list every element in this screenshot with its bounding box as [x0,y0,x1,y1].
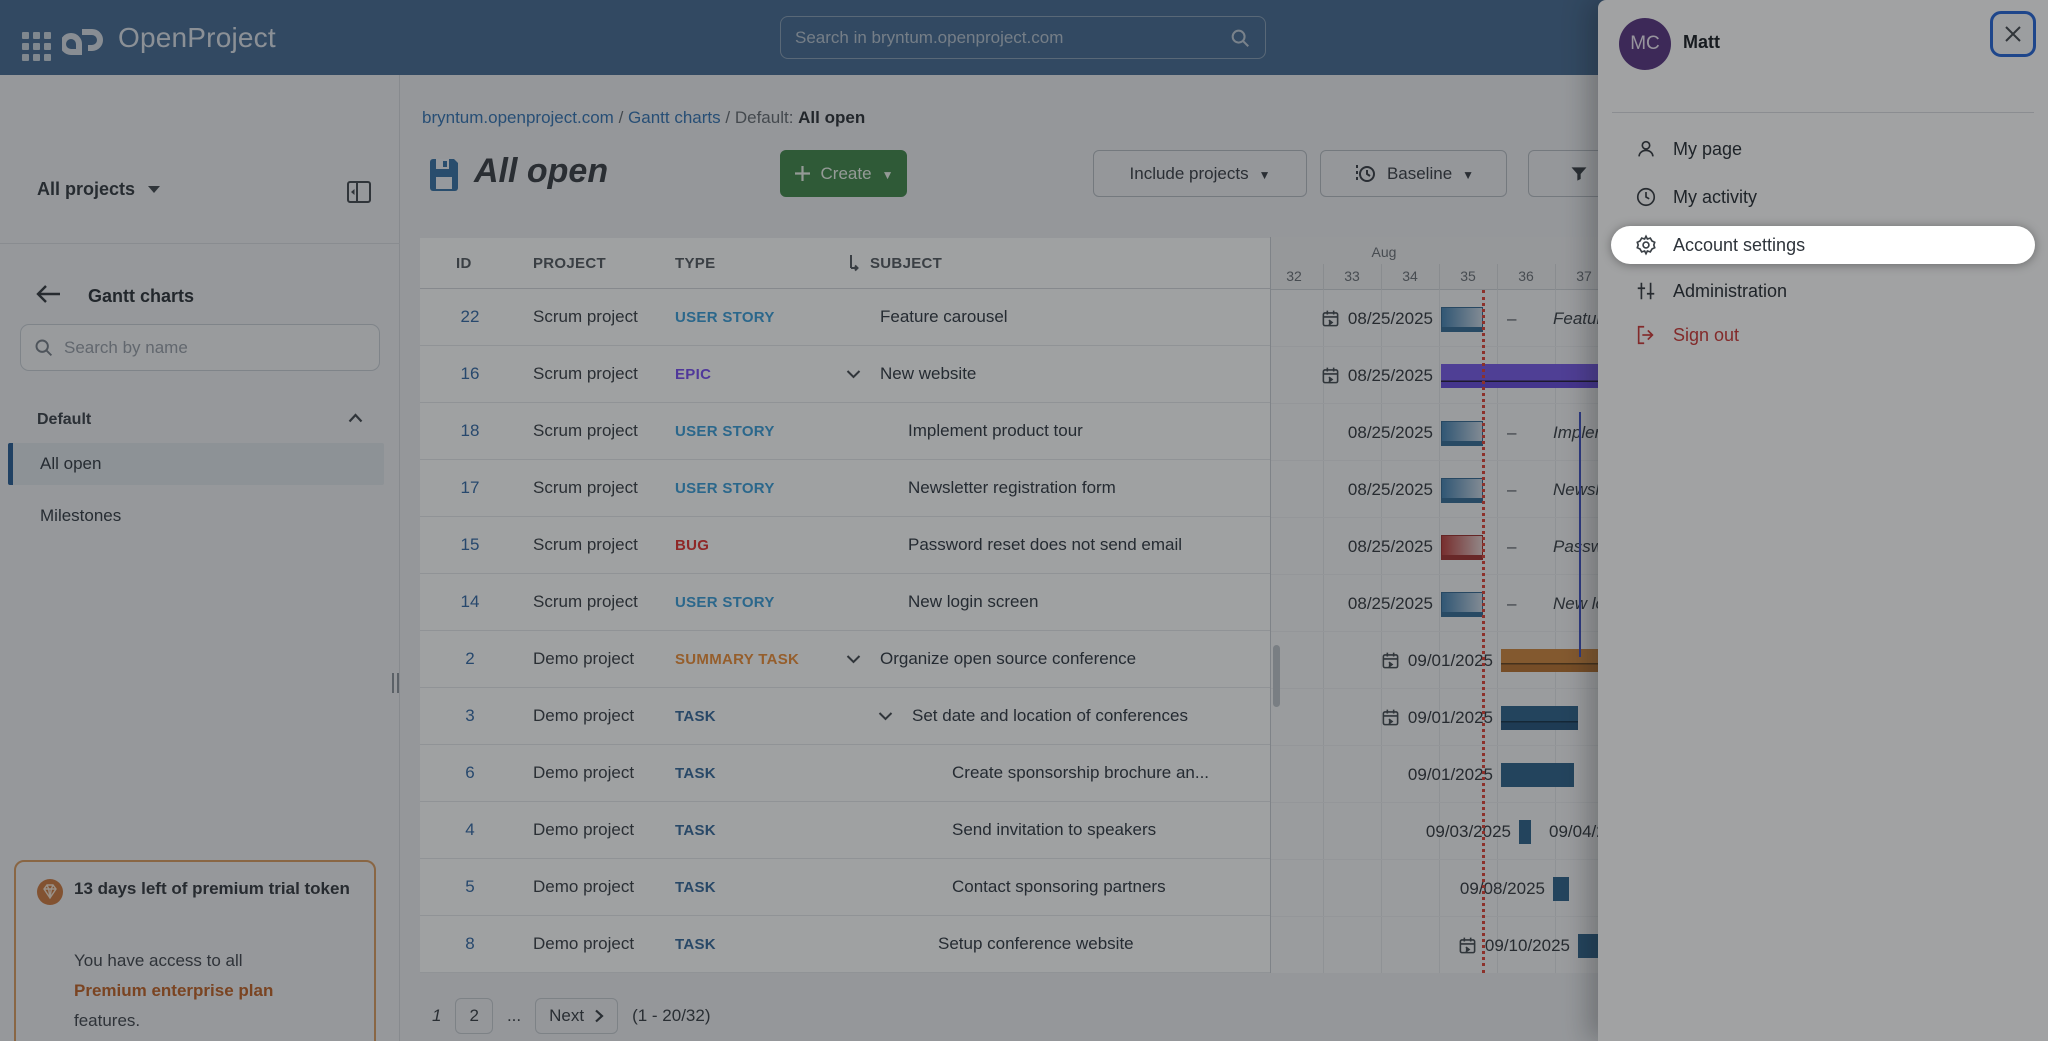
gear-icon [1635,234,1657,256]
menu-item-label: Account settings [1673,235,1805,256]
dim-overlay [0,0,2048,1041]
menu-item-account-settings[interactable]: Account settings [1611,226,2035,264]
